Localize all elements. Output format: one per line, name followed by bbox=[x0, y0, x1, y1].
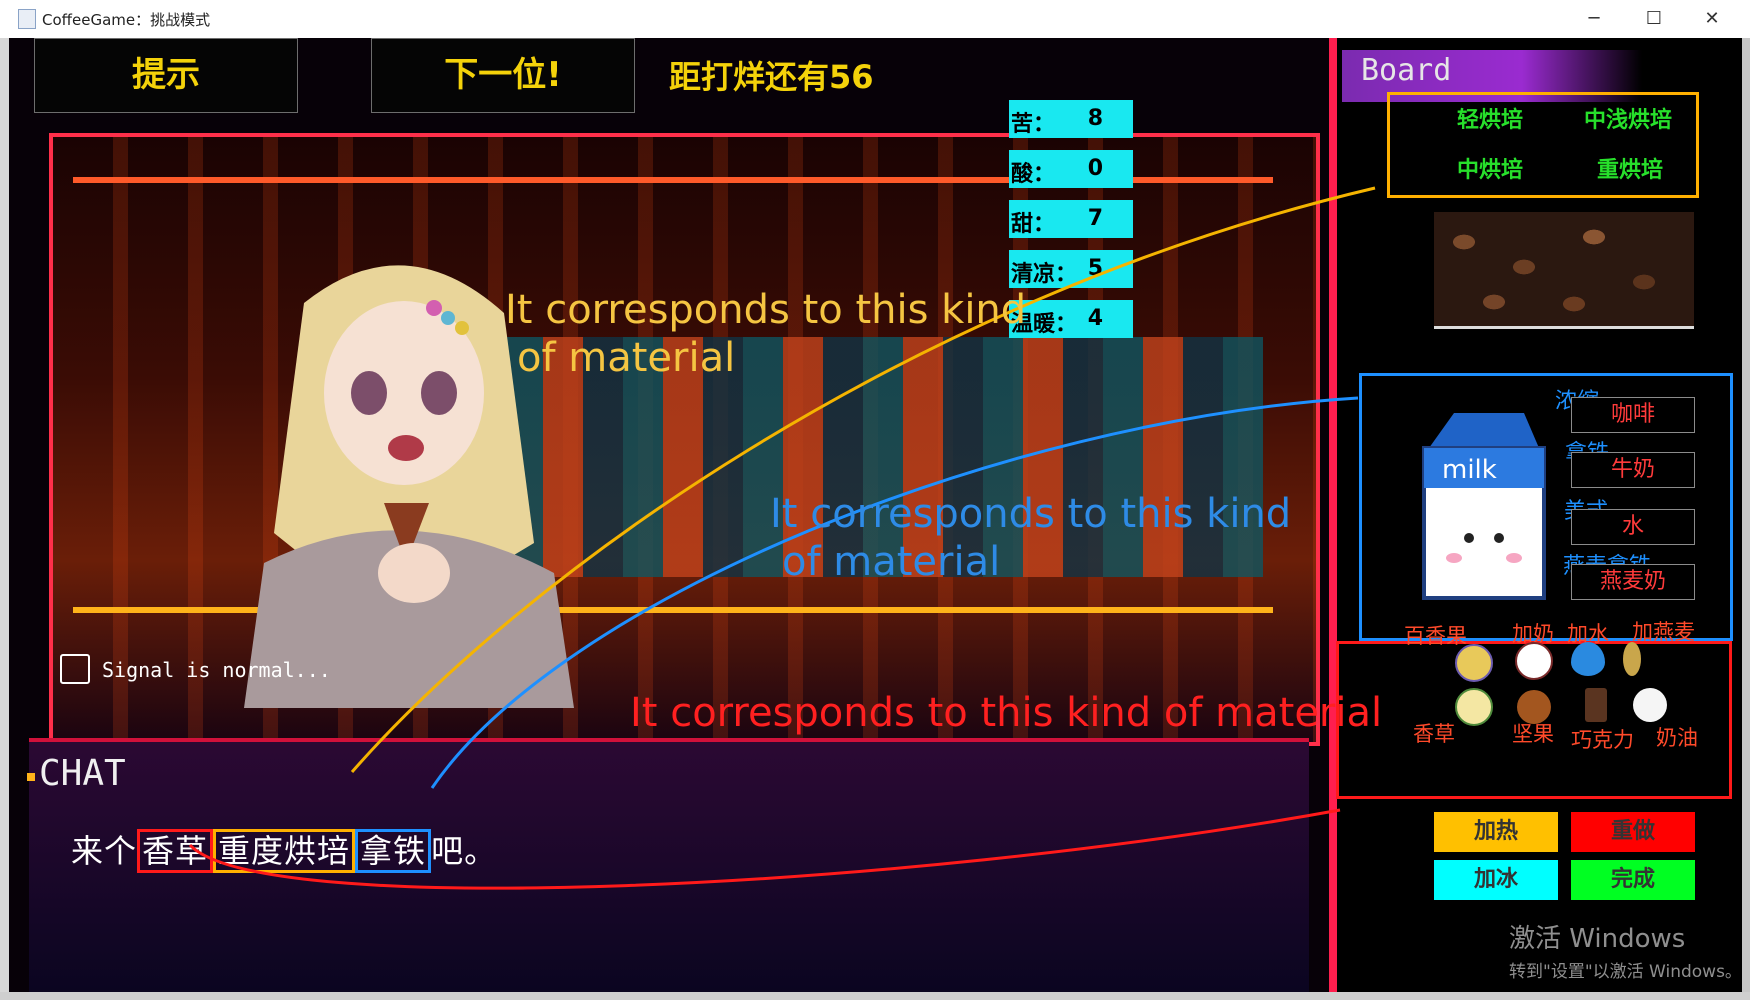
roast-medium-light-button[interactable]: 中浅烘培 bbox=[1584, 102, 1672, 134]
stat-value: 0 bbox=[1087, 156, 1103, 181]
chat-label: CHAT bbox=[27, 753, 126, 794]
stat-value: 4 bbox=[1087, 306, 1103, 331]
window-right-edge bbox=[1742, 38, 1750, 998]
finish-button[interactable]: 完成 bbox=[1571, 860, 1695, 900]
annotation-yellow: It corresponds to this kind of material bbox=[505, 286, 1026, 382]
close-button[interactable]: ✕ bbox=[1692, 6, 1732, 32]
order-roast: 重度烘培 bbox=[213, 829, 356, 873]
order-flavor: 香草 bbox=[137, 829, 214, 873]
stat-label: 清凉： bbox=[1011, 262, 1078, 287]
annotation-yellow-line1: It corresponds to this kind bbox=[505, 287, 1027, 333]
window-titlebar: CoffeeGame：挑战模式 ─ ☐ ✕ bbox=[0, 0, 1750, 39]
annotation-blue: It corresponds to this kind of material bbox=[770, 490, 1291, 586]
annotation-yellow-line2: of material bbox=[517, 335, 736, 381]
roast-dark-button[interactable]: 重烘培 bbox=[1597, 152, 1663, 184]
minimize-button[interactable]: ─ bbox=[1574, 6, 1614, 32]
cow-milk-icon[interactable] bbox=[1515, 642, 1553, 680]
roast-light-button[interactable]: 轻烘培 bbox=[1457, 102, 1523, 134]
stat-label: 苦： bbox=[1011, 112, 1056, 137]
oat-icon[interactable] bbox=[1623, 642, 1641, 676]
annotation-blue-line1: It corresponds to this kind bbox=[770, 491, 1292, 537]
board-neon-border bbox=[1329, 38, 1337, 992]
window-title: CoffeeGame：挑战模式 bbox=[42, 11, 211, 29]
chat-bubble-icon bbox=[60, 654, 90, 684]
annotation-red: It corresponds to this kind of material bbox=[630, 690, 1383, 736]
next-customer-button[interactable]: 下一位! bbox=[371, 38, 635, 113]
water-drop-icon[interactable] bbox=[1571, 642, 1605, 676]
order-base: 拿铁 bbox=[355, 829, 432, 873]
customer-order: 来个 香草 重度烘培 拿铁 吧。 bbox=[71, 826, 498, 873]
addin-cream-label: 奶油 bbox=[1656, 726, 1698, 750]
addin-vanilla-label: 香草 bbox=[1413, 722, 1455, 746]
stat-sour: 酸： 0 bbox=[1009, 150, 1133, 188]
vanilla-icon[interactable] bbox=[1455, 688, 1493, 726]
chocolate-icon[interactable] bbox=[1585, 688, 1607, 722]
stat-sweet: 甜： 7 bbox=[1009, 200, 1133, 238]
stat-value: 7 bbox=[1087, 206, 1103, 231]
maximize-button[interactable]: ☐ bbox=[1634, 6, 1674, 32]
stat-warm: 温暖： 4 bbox=[1009, 300, 1133, 338]
watermark-line2: 转到"设置"以激活 Windows。 bbox=[1509, 962, 1742, 982]
addin-oat-label: 加燕麦 bbox=[1632, 620, 1695, 644]
base-coffee-button[interactable]: 咖啡 bbox=[1571, 397, 1695, 433]
annotation-blue-line2: of material bbox=[782, 539, 1001, 585]
milk-carton-icon: milk bbox=[1422, 413, 1546, 600]
signal-text: Signal is normal... bbox=[102, 658, 331, 682]
background-window-edge bbox=[0, 38, 9, 1000]
windows-activation-watermark: 激活 Windows 转到"设置"以激活 Windows。 bbox=[1509, 918, 1742, 982]
base-oat-milk-button[interactable]: 燕麦奶 bbox=[1571, 564, 1695, 600]
stat-label: 甜： bbox=[1011, 212, 1056, 237]
stat-value: 8 bbox=[1087, 106, 1103, 131]
svg-text:milk: milk bbox=[1442, 455, 1497, 485]
order-prefix: 来个 bbox=[71, 832, 138, 870]
heat-button[interactable]: 加热 bbox=[1434, 812, 1558, 852]
addin-nut-label: 坚果 bbox=[1512, 722, 1554, 746]
closing-countdown: 距打烊还有56 bbox=[669, 58, 874, 96]
watermark-line1: 激活 Windows bbox=[1509, 924, 1686, 954]
roast-medium-button[interactable]: 中烘培 bbox=[1457, 152, 1523, 184]
stat-value: 5 bbox=[1087, 256, 1103, 281]
base-water-button[interactable]: 水 bbox=[1571, 509, 1695, 545]
addin-chocolate-label: 巧克力 bbox=[1571, 728, 1634, 752]
cream-icon[interactable] bbox=[1633, 688, 1667, 722]
addin-passionfruit-label: 百香果 bbox=[1404, 624, 1467, 648]
hint-button[interactable]: 提示 bbox=[34, 38, 298, 113]
board-title: Board bbox=[1361, 53, 1452, 88]
order-suffix: 吧。 bbox=[431, 832, 498, 870]
passionfruit-icon[interactable] bbox=[1455, 644, 1493, 682]
stat-cool: 清凉： 5 bbox=[1009, 250, 1133, 288]
stat-bitter: 苦： 8 bbox=[1009, 100, 1133, 138]
signal-status: Signal is normal... bbox=[60, 654, 331, 684]
redo-button[interactable]: 重做 bbox=[1571, 812, 1695, 852]
java-app-icon bbox=[18, 9, 36, 29]
coffee-beans-image bbox=[1434, 212, 1694, 329]
window-bottom-edge bbox=[0, 992, 1750, 1000]
stat-label: 酸： bbox=[1011, 162, 1056, 187]
base-milk-button[interactable]: 牛奶 bbox=[1571, 452, 1695, 488]
add-ice-button[interactable]: 加冰 bbox=[1434, 860, 1558, 900]
